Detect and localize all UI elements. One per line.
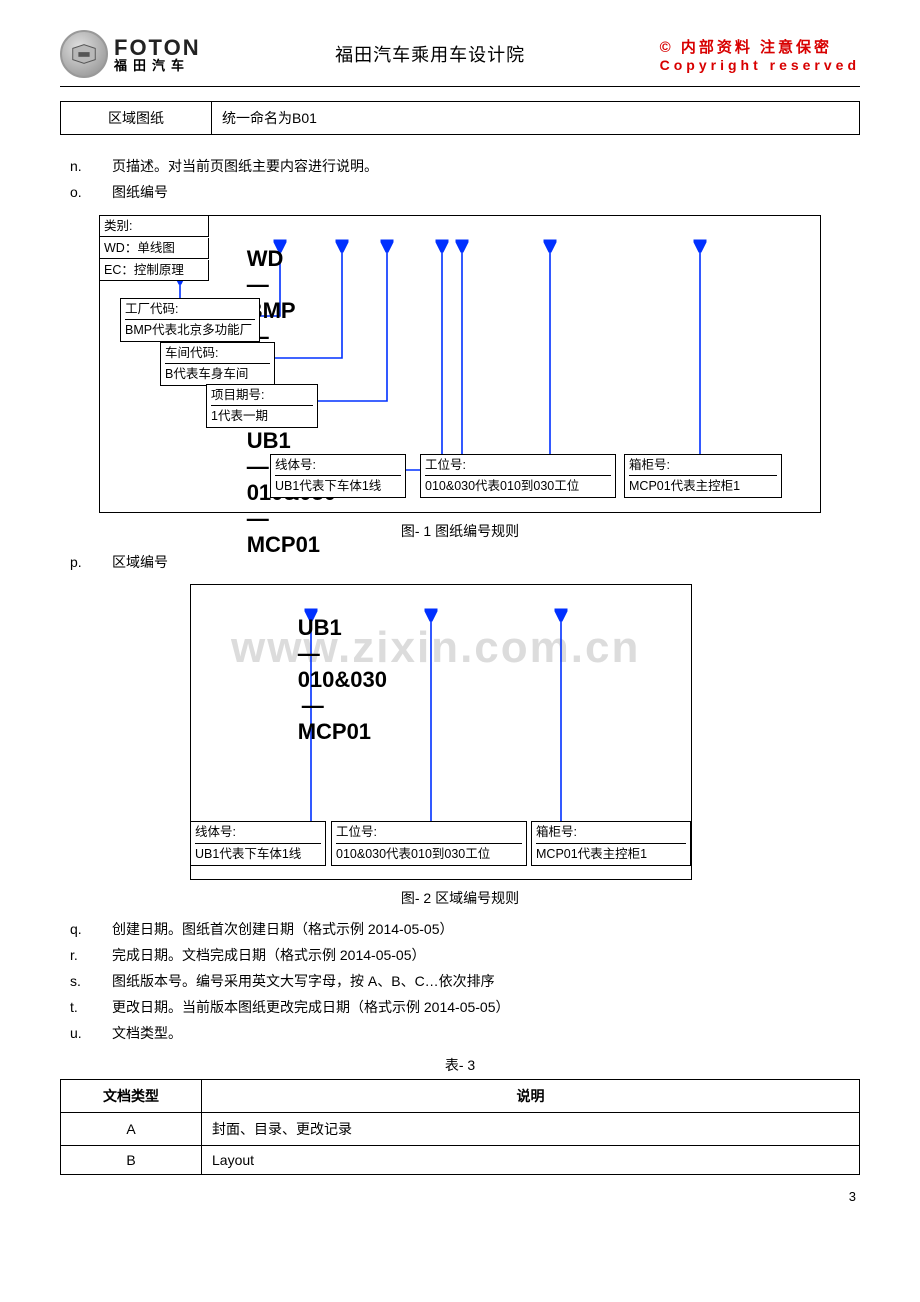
list-qu: q.创建日期。图纸首次创建日期（格式示例 2014-05-05） r.完成日期。… — [60, 918, 860, 1045]
table3-caption: 表- 3 — [60, 1055, 860, 1075]
confidential-en: Copyright reserved — [660, 57, 860, 73]
list-item: s.图纸版本号。编号采用英文大写字母，按 A、B、C…依次排序 — [60, 970, 860, 994]
list-item: u.文档类型。 — [60, 1022, 860, 1046]
code-line-2: UB1 — 010&030 — MCP01 — [261, 589, 387, 771]
box-phase: 项目期号:1代表一期 — [206, 384, 318, 429]
box-workshop: 车间代码:B代表车身车间 — [160, 342, 275, 387]
th-desc: 说明 — [202, 1080, 860, 1113]
box-cabinet: 箱柜号:MCP01代表主控柜1 — [624, 454, 782, 499]
list-item: q.创建日期。图纸首次创建日期（格式示例 2014-05-05） — [60, 918, 860, 942]
topbox-c2: 统一命名为B01 — [212, 102, 860, 135]
table-row: A 封面、目录、更改记录 — [61, 1113, 860, 1146]
page-number: 3 — [60, 1189, 860, 1204]
table-row: B Layout — [61, 1146, 860, 1175]
header-title: 福田汽车乘用车设计院 — [335, 41, 525, 67]
box-line: 线体号:UB1代表下车体1线 — [270, 454, 406, 499]
fig1-caption: 图- 1 图纸编号规则 — [60, 521, 860, 541]
list-item: t.更改日期。当前版本图纸更改完成日期（格式示例 2014-05-05） — [60, 996, 860, 1020]
header-divider — [60, 86, 860, 87]
topbox-c1: 区域图纸 — [61, 102, 212, 135]
logo-icon — [60, 30, 108, 78]
confidential-cn: © 内部资料 注意保密 — [660, 36, 860, 57]
box-factory: 工厂代码:BMP代表北京多功能厂 — [120, 298, 260, 343]
box2-cabinet: 箱柜号:MCP01代表主控柜1 — [531, 821, 691, 866]
box-cat-wd: WD：单线图 — [99, 238, 209, 260]
box2-line: 线体号:UB1代表下车体1线 — [190, 821, 326, 866]
top-table: 区域图纸 统一命名为B01 — [60, 101, 860, 135]
th-doctype: 文档类型 — [61, 1080, 202, 1113]
figure-1: 类别: WD — BMP — B 1 — UB1 — 010&030 — MCP… — [99, 215, 821, 513]
logo-text-en: FOTON — [114, 37, 201, 59]
logo: FOTON 福田汽车 — [60, 30, 201, 78]
table-doctype: 文档类型 说明 A 封面、目录、更改记录 B Layout — [60, 1079, 860, 1175]
fig2-caption: 图- 2 区域编号规则 — [60, 888, 860, 908]
list-item: r.完成日期。文档完成日期（格式示例 2014-05-05） — [60, 944, 860, 968]
box2-station: 工位号:010&030代表010到030工位 — [331, 821, 527, 866]
box-cat-ec: EC：控制原理 — [99, 260, 209, 282]
list-p: p.区域编号 — [60, 551, 860, 575]
list-no: n.页描述。对当前页图纸主要内容进行说明。 o.图纸编号 — [60, 155, 860, 205]
list-item: p.区域编号 — [60, 551, 860, 575]
figure-2: www.zixin.com.cn UB1 — 010&030 — MCP01 线… — [190, 584, 692, 880]
list-item: n.页描述。对当前页图纸主要内容进行说明。 — [60, 155, 860, 179]
box-category: 类别: — [99, 215, 209, 238]
list-item: o.图纸编号 — [60, 181, 860, 205]
page-header: FOTON 福田汽车 福田汽车乘用车设计院 © 内部资料 注意保密 Copyri… — [60, 30, 860, 78]
header-confidential: © 内部资料 注意保密 Copyright reserved — [660, 36, 860, 73]
box-station: 工位号:010&030代表010到030工位 — [420, 454, 616, 499]
logo-text-cn: 福田汽车 — [114, 59, 201, 72]
